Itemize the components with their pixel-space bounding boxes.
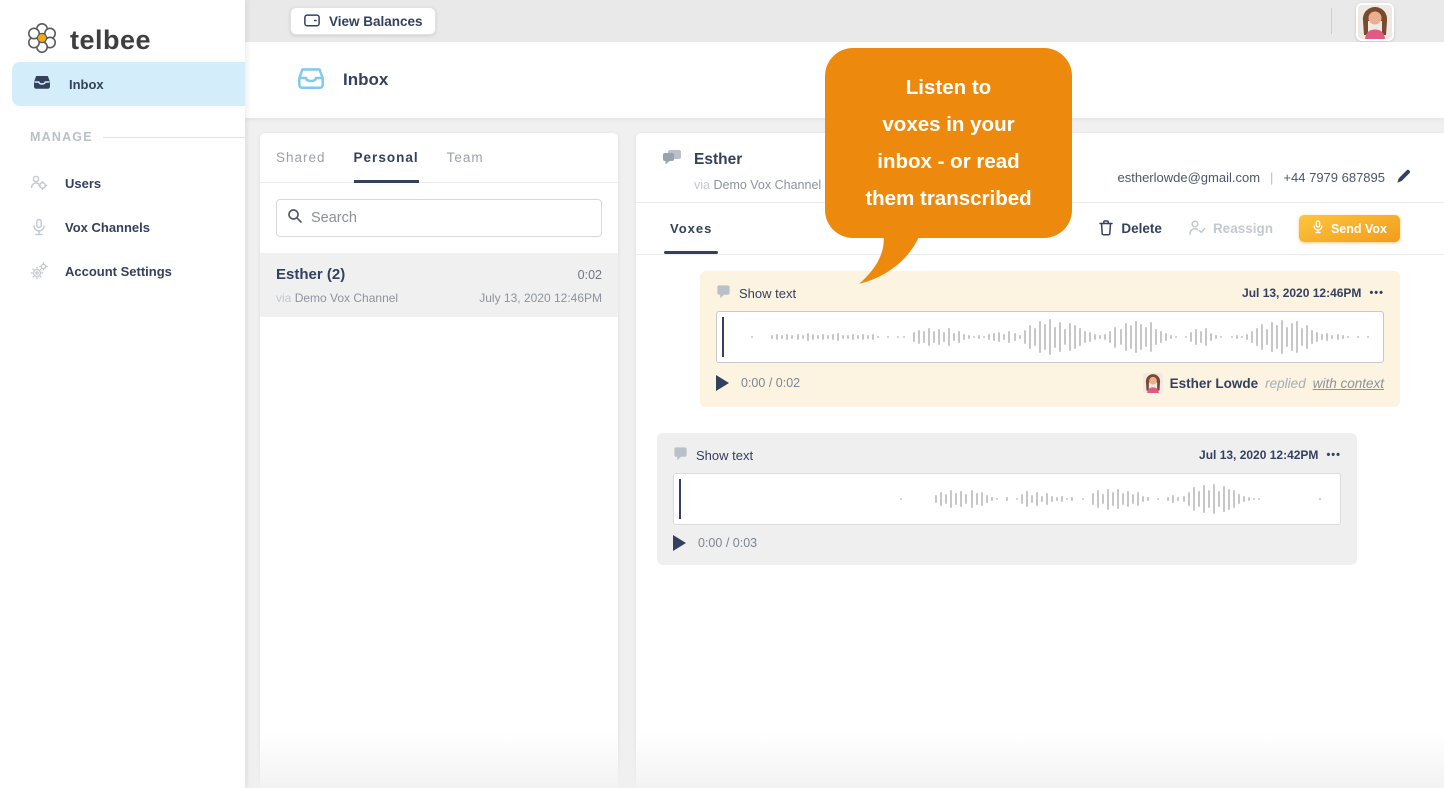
with-context-link[interactable]: with context <box>1313 376 1384 391</box>
sidebar-item-users[interactable]: Users <box>0 163 245 203</box>
play-button[interactable] <box>716 375 729 391</box>
microphone-icon <box>30 218 48 236</box>
sidebar-item-label: Users <box>65 175 102 191</box>
contact-details: estherlowde@gmail.com | +44 7979 687895 <box>1118 153 1413 202</box>
top-bar: View Balances <box>245 0 1444 42</box>
delete-button[interactable]: Delete <box>1098 219 1162 239</box>
show-text-toggle[interactable]: Show text <box>716 284 796 302</box>
vox-message-card: Show text Jul 13, 2020 12:42PM ••• 0:00 … <box>657 433 1357 565</box>
vox-messages: Show text Jul 13, 2020 12:46PM ••• 0:00 … <box>636 255 1444 565</box>
reassign-label: Reassign <box>1212 221 1273 236</box>
users-icon <box>30 174 48 192</box>
playhead-cursor[interactable] <box>722 317 724 357</box>
inbox-tray-icon <box>32 73 52 96</box>
search-input[interactable] <box>311 210 591 226</box>
sidebar-item-label: Account Settings <box>65 263 172 279</box>
tab-shared[interactable]: Shared <box>276 150 326 183</box>
playback-time: 0:00 / 0:02 <box>741 376 801 390</box>
send-vox-label: Send Vox <box>1330 221 1387 236</box>
playhead-cursor[interactable] <box>679 479 681 519</box>
reply-avatar <box>1142 373 1163 393</box>
tab-personal[interactable]: Personal <box>353 150 419 183</box>
topbar-divider <box>1331 8 1332 34</box>
microphone-icon <box>1312 220 1324 237</box>
tooltip-line: inbox - or read <box>877 150 1020 173</box>
reply-author: Esther Lowde <box>1169 375 1259 391</box>
waveform <box>741 312 1369 362</box>
view-balances-label: View Balances <box>329 13 423 29</box>
sidebar: telbee Inbox MANAGE Users Vox Channels A… <box>0 0 245 788</box>
more-menu-icon[interactable]: ••• <box>1369 287 1384 299</box>
more-menu-icon[interactable]: ••• <box>1326 449 1341 461</box>
brand-logo[interactable]: telbee <box>0 0 245 63</box>
show-text-label: Show text <box>739 285 797 301</box>
trash-icon <box>1098 219 1114 239</box>
conversation-channel: via Demo Vox Channel <box>276 291 399 305</box>
contact-name: Esther <box>694 151 743 168</box>
conversation-list-panel: Shared Personal Team Esther (2) 0:02 via… <box>260 133 618 788</box>
tooltip-tail <box>859 232 929 291</box>
user-avatar[interactable] <box>1356 3 1394 41</box>
tab-voxes[interactable]: Voxes <box>663 203 719 254</box>
sidebar-item-inbox[interactable]: Inbox <box>12 62 245 106</box>
chat-bubble-icon <box>673 446 688 464</box>
tab-team[interactable]: Team <box>447 150 484 183</box>
reassign-button[interactable]: Reassign <box>1188 219 1273 239</box>
tooltip-line: Listen to <box>905 76 992 99</box>
vox-timestamp: Jul 13, 2020 12:46PM <box>1242 286 1362 300</box>
chat-bubble-icon <box>716 284 731 302</box>
play-button[interactable] <box>673 535 686 551</box>
show-text-toggle[interactable]: Show text <box>673 446 753 464</box>
tooltip-line: them transcribed <box>865 187 1032 210</box>
inbox-tray-icon <box>295 64 327 97</box>
manage-section-header: MANAGE <box>30 130 245 144</box>
gears-icon <box>30 262 48 280</box>
wallet-icon <box>303 12 321 31</box>
brand-name: telbee <box>70 25 152 55</box>
app-window: View Balances Inbox telbee Inbox MANAGE … <box>0 0 1444 788</box>
list-tabs: Shared Personal Team <box>260 133 618 183</box>
tooltip-line: voxes in your <box>882 113 1015 136</box>
sidebar-item-label: Inbox <box>69 76 104 92</box>
search-icon <box>287 208 303 229</box>
waveform-player[interactable] <box>673 473 1341 525</box>
waveform <box>698 474 1326 524</box>
vox-timestamp: Jul 13, 2020 12:42PM <box>1199 448 1319 462</box>
contact-phone: +44 7979 687895 <box>1283 170 1385 185</box>
page-title: Inbox <box>343 70 389 89</box>
vox-message-card: Show text Jul 13, 2020 12:46PM ••• 0:00 … <box>700 271 1400 407</box>
manage-divider <box>102 136 245 138</box>
show-text-label: Show text <box>696 447 754 463</box>
sidebar-item-label: Vox Channels <box>65 219 151 235</box>
conversation-name: Esther (2) <box>276 266 346 283</box>
send-vox-button[interactable]: Send Vox <box>1298 215 1400 242</box>
manage-label: MANAGE <box>30 130 93 144</box>
contact-email: estherlowde@gmail.com <box>1117 170 1261 185</box>
sidebar-item-account-settings[interactable]: Account Settings <box>0 251 245 291</box>
conversation-duration: 0:02 <box>577 268 602 282</box>
edit-pencil-icon[interactable] <box>1395 168 1412 188</box>
person-check-icon <box>1188 219 1206 239</box>
playback-time: 0:00 / 0:03 <box>698 536 758 550</box>
separator: | <box>1270 170 1274 185</box>
chat-bubbles-icon <box>662 149 682 171</box>
conversation-list-item[interactable]: Esther (2) 0:02 via Demo Vox Channel Jul… <box>260 253 618 317</box>
flower-logo-icon <box>22 18 62 63</box>
sidebar-item-vox-channels[interactable]: Vox Channels <box>0 207 245 247</box>
delete-label: Delete <box>1121 221 1162 236</box>
reply-action-text: replied <box>1265 375 1306 391</box>
conversation-timestamp: July 13, 2020 12:46PM <box>479 291 602 305</box>
search-box[interactable] <box>276 199 602 237</box>
thread-channel: via Demo Vox Channel <box>694 178 822 192</box>
view-balances-button[interactable]: View Balances <box>290 7 436 35</box>
onboarding-tooltip: Listen to voxes in your inbox - or read … <box>825 48 1072 284</box>
waveform-player[interactable] <box>716 311 1384 363</box>
